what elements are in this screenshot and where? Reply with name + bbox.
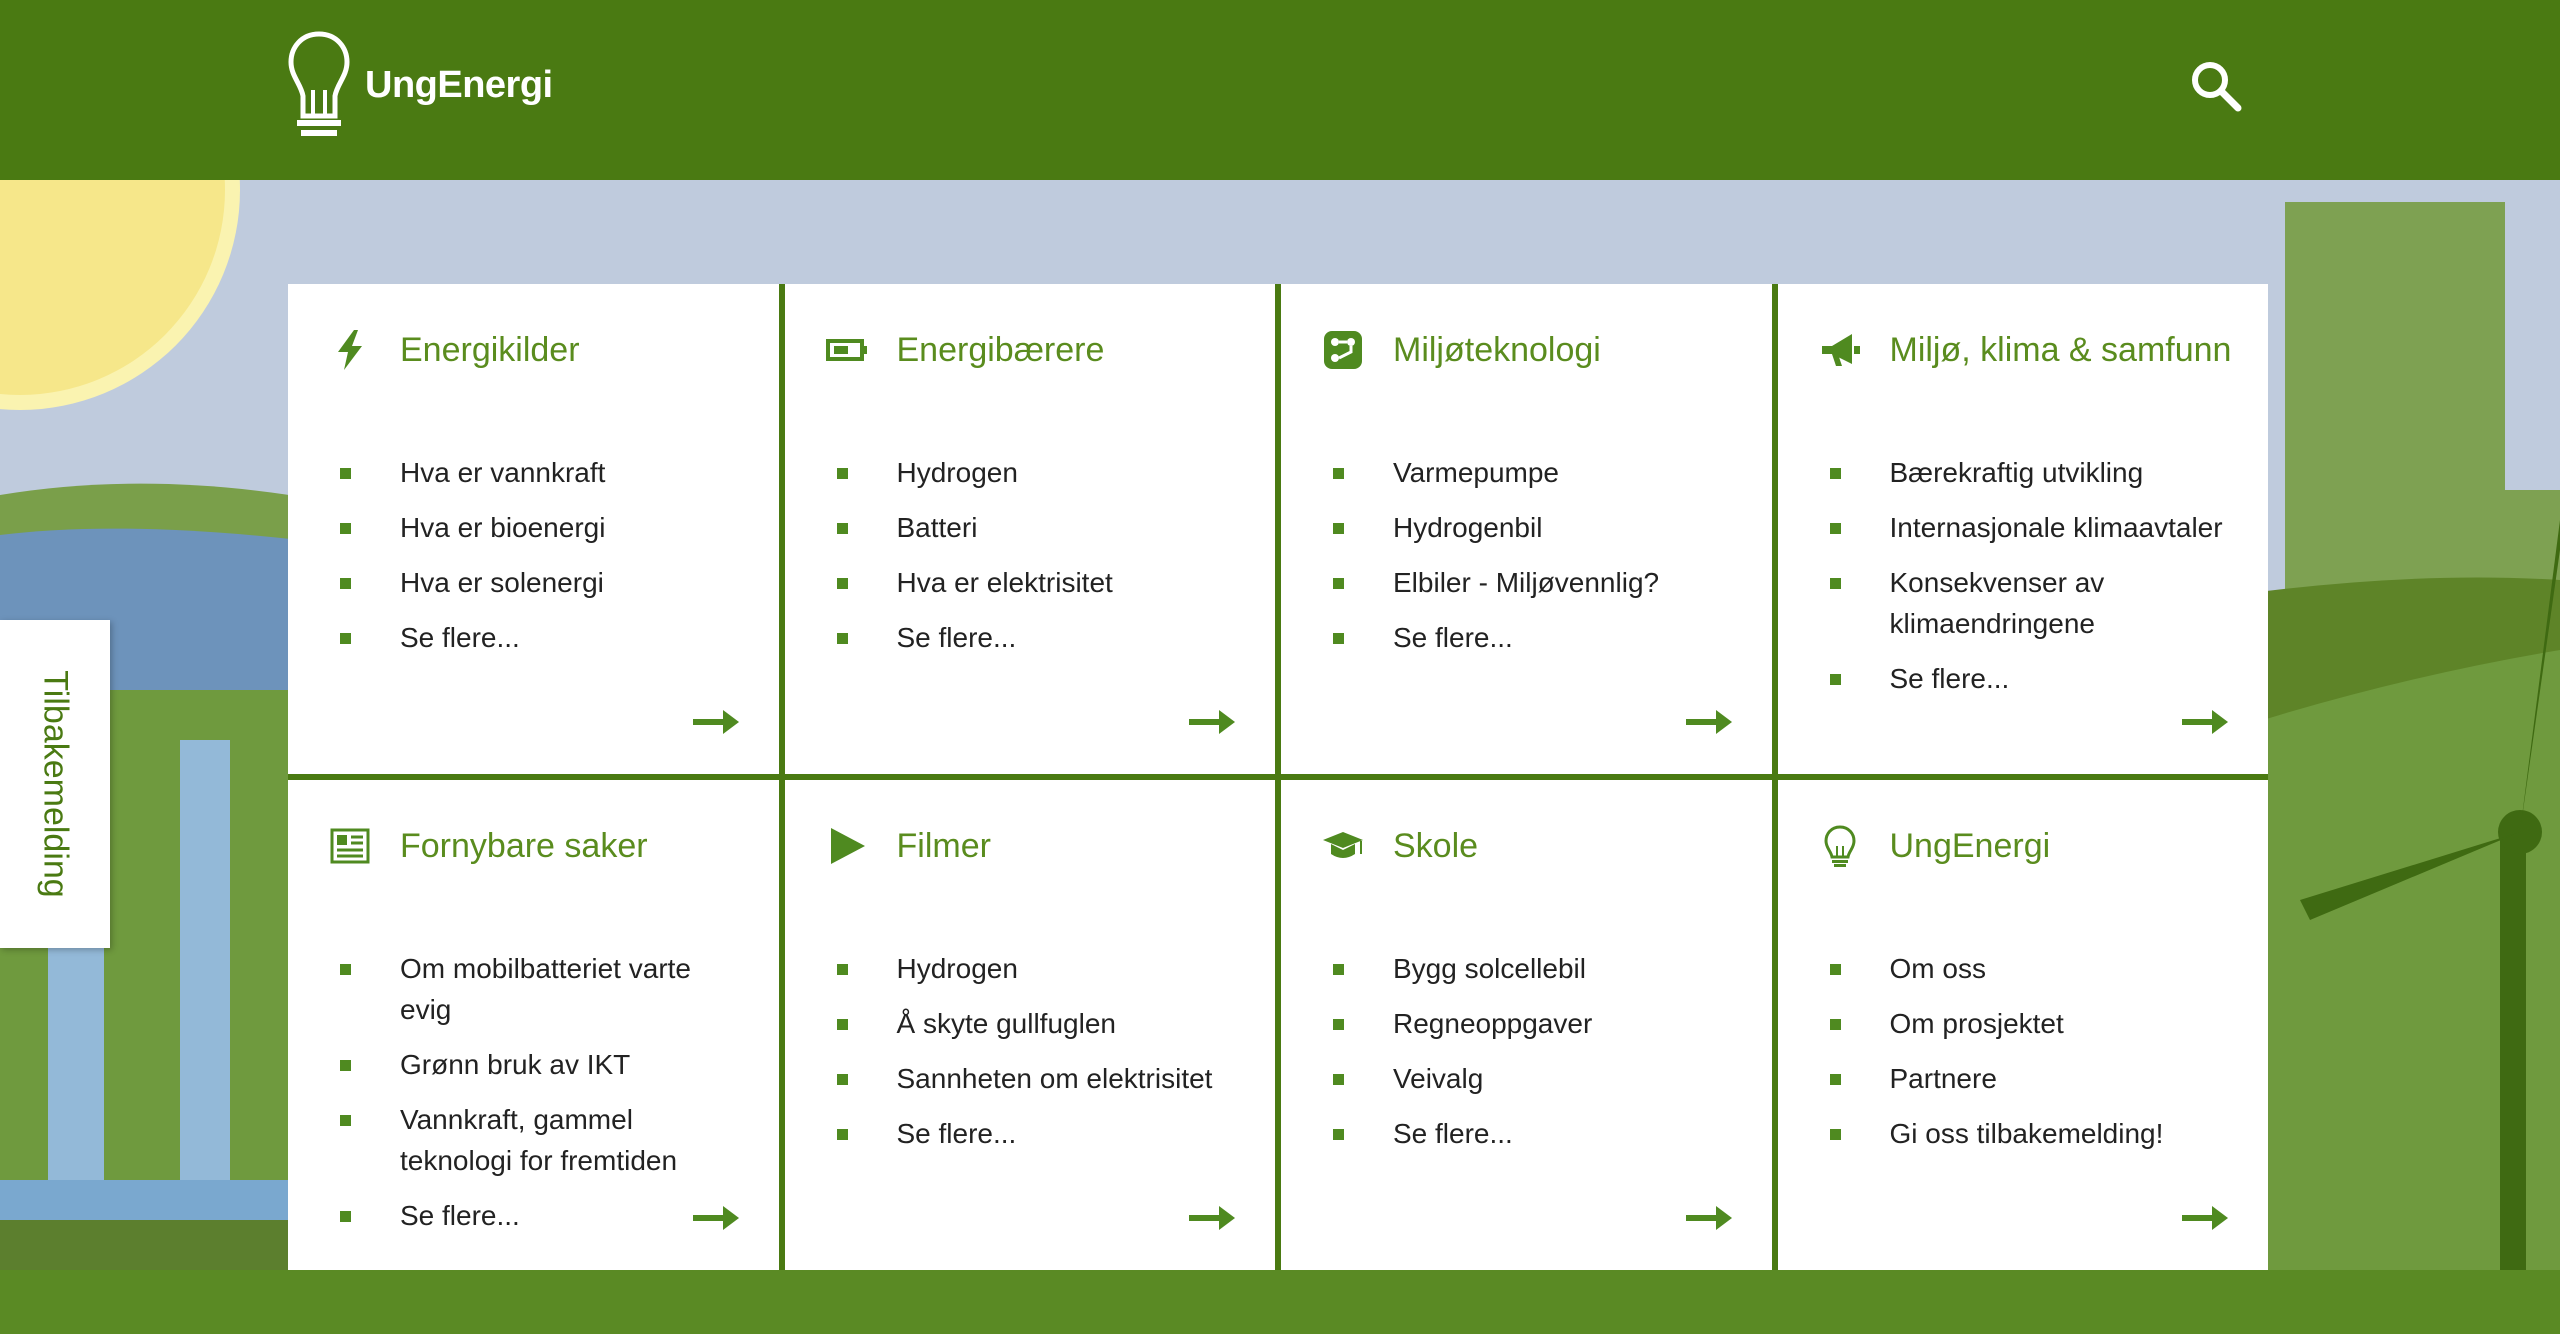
card-link[interactable]: Se flere...	[1333, 1113, 1733, 1154]
circuit-icon	[1321, 328, 1365, 372]
lightbulb-icon	[1818, 824, 1862, 868]
card-skole[interactable]: Skole Bygg solcellebil Regneoppgaver Vei…	[1281, 780, 1772, 1270]
card-link[interactable]: Hydrogenbil	[1333, 507, 1733, 548]
card-miljo-klima-samfunn[interactable]: Miljø, klima & samfunn Bærekraftig utvik…	[1777, 284, 2268, 774]
arrow-right-icon[interactable]	[1685, 710, 1732, 734]
battery-icon	[825, 328, 869, 372]
card-link[interactable]: Se flere...	[1333, 617, 1733, 658]
card-link[interactable]: Gi oss tilbakemelding!	[1829, 1113, 2230, 1154]
card-fornybare-saker[interactable]: Fornybare saker Om mobilbatteriet varte …	[288, 780, 779, 1270]
card-link[interactable]: Partnere	[1829, 1058, 2230, 1099]
card-link[interactable]: Hva er elektrisitet	[836, 562, 1237, 603]
card-title: UngEnergi	[1889, 826, 2051, 865]
card-link[interactable]: Se flere...	[1829, 658, 2230, 699]
card-header[interactable]: Miljø, klima & samfunn	[1818, 328, 2232, 372]
feedback-tab-label: Tilbakemelding	[36, 670, 75, 898]
lightning-icon	[328, 328, 372, 372]
card-link[interactable]: Vannkraft, gammel teknologi for fremtide…	[340, 1099, 740, 1181]
card-link[interactable]: Regneoppgaver	[1333, 1003, 1733, 1044]
arrow-right-icon[interactable]	[692, 1206, 739, 1230]
newspaper-icon	[328, 824, 372, 868]
card-link[interactable]: Veivalg	[1333, 1058, 1733, 1099]
card-link[interactable]: Internasjonale klimaavtaler	[1829, 507, 2230, 548]
card-link[interactable]: Konsekvenser av klimaendringene	[1829, 562, 2230, 644]
card-header[interactable]: Skole	[1321, 824, 1478, 868]
card-link-list: Varmepumpe Hydrogenbil Elbiler - Miljøve…	[1333, 452, 1733, 672]
card-link[interactable]: Sannheten om elektrisitet	[836, 1058, 1237, 1099]
card-header[interactable]: Energikilder	[328, 328, 580, 372]
card-link[interactable]: Hva er bioenergi	[340, 507, 740, 548]
card-header[interactable]: Miljøteknologi	[1321, 328, 1601, 372]
card-link[interactable]: Se flere...	[836, 617, 1237, 658]
card-link[interactable]: Se flere...	[836, 1113, 1237, 1154]
play-icon	[825, 824, 869, 868]
card-link-list: Bærekraftig utvikling Internasjonale kli…	[1829, 452, 2230, 713]
card-link[interactable]: Hydrogen	[836, 948, 1237, 989]
card-link[interactable]: Å skyte gullfuglen	[836, 1003, 1237, 1044]
card-title: Energikilder	[400, 330, 580, 369]
arrow-right-icon[interactable]	[692, 710, 739, 734]
category-grid: Energikilder Hva er vannkraft Hva er bio…	[288, 284, 2268, 1270]
search-icon	[2192, 62, 2242, 112]
card-link[interactable]: Om mobilbatteriet varte evig	[340, 948, 740, 1030]
search-button[interactable]	[2188, 58, 2244, 114]
site-header: UngEnergi	[0, 0, 2560, 180]
graduation-cap-icon	[1321, 824, 1365, 868]
logo-text: UngEnergi	[365, 63, 553, 106]
card-link[interactable]: Batteri	[836, 507, 1237, 548]
card-link[interactable]: Elbiler - Miljøvennlig?	[1333, 562, 1733, 603]
card-header[interactable]: Fornybare saker	[328, 824, 648, 868]
card-title: Filmer	[896, 826, 991, 865]
card-link[interactable]: Varmepumpe	[1333, 452, 1733, 493]
megaphone-icon	[1818, 328, 1862, 372]
card-miljoteknologi[interactable]: Miljøteknologi Varmepumpe Hydrogenbil El…	[1281, 284, 1772, 774]
card-link-list: Hydrogen Batteri Hva er elektrisitet Se …	[836, 452, 1237, 672]
card-link-list: Om mobilbatteriet varte evig Grønn bruk …	[340, 948, 740, 1250]
arrow-right-icon[interactable]	[2182, 710, 2228, 734]
card-link[interactable]: Grønn bruk av IKT	[340, 1044, 740, 1085]
card-title: Miljøteknologi	[1393, 330, 1601, 369]
card-link[interactable]: Om oss	[1829, 948, 2230, 989]
arrow-right-icon[interactable]	[1189, 1206, 1235, 1230]
card-link[interactable]: Bygg solcellebil	[1333, 948, 1733, 989]
card-link-list: Hydrogen Å skyte gullfuglen Sannheten om…	[836, 948, 1237, 1168]
card-title: Miljø, klima & samfunn	[1889, 330, 2232, 369]
arrow-right-icon[interactable]	[1685, 1206, 1732, 1230]
arrow-right-icon[interactable]	[1189, 710, 1235, 734]
card-title: Fornybare saker	[400, 826, 648, 865]
card-title: Energibærere	[896, 330, 1105, 369]
feedback-tab[interactable]: Tilbakemelding	[0, 620, 110, 948]
card-link[interactable]: Bærekraftig utvikling	[1829, 452, 2230, 493]
card-header[interactable]: UngEnergi	[1818, 824, 2051, 868]
card-ungenergi[interactable]: UngEnergi Om oss Om prosjektet Partnere …	[1777, 780, 2268, 1270]
card-link[interactable]: Hva er solenergi	[340, 562, 740, 603]
card-header[interactable]: Energibærere	[825, 328, 1105, 372]
card-link-list: Hva er vannkraft Hva er bioenergi Hva er…	[340, 452, 740, 672]
card-link-list: Om oss Om prosjektet Partnere Gi oss til…	[1829, 948, 2230, 1168]
card-header[interactable]: Filmer	[825, 824, 991, 868]
card-energikilder[interactable]: Energikilder Hva er vannkraft Hva er bio…	[288, 284, 779, 774]
card-link[interactable]: Hva er vannkraft	[340, 452, 740, 493]
card-link[interactable]: Se flere...	[340, 617, 740, 658]
card-link[interactable]: Se flere...	[340, 1195, 740, 1236]
card-link-list: Bygg solcellebil Regneoppgaver Veivalg S…	[1333, 948, 1733, 1168]
card-link[interactable]: Om prosjektet	[1829, 1003, 2230, 1044]
lightbulb-logo-icon	[288, 31, 350, 136]
card-energibaerere[interactable]: Energibærere Hydrogen Batteri Hva er ele…	[784, 284, 1275, 774]
site-logo[interactable]: UngEnergi	[285, 30, 553, 140]
arrow-right-icon[interactable]	[2182, 1206, 2228, 1230]
card-title: Skole	[1393, 826, 1479, 865]
card-filmer[interactable]: Filmer Hydrogen Å skyte gullfuglen Sannh…	[784, 780, 1275, 1270]
card-link[interactable]: Hydrogen	[836, 452, 1237, 493]
